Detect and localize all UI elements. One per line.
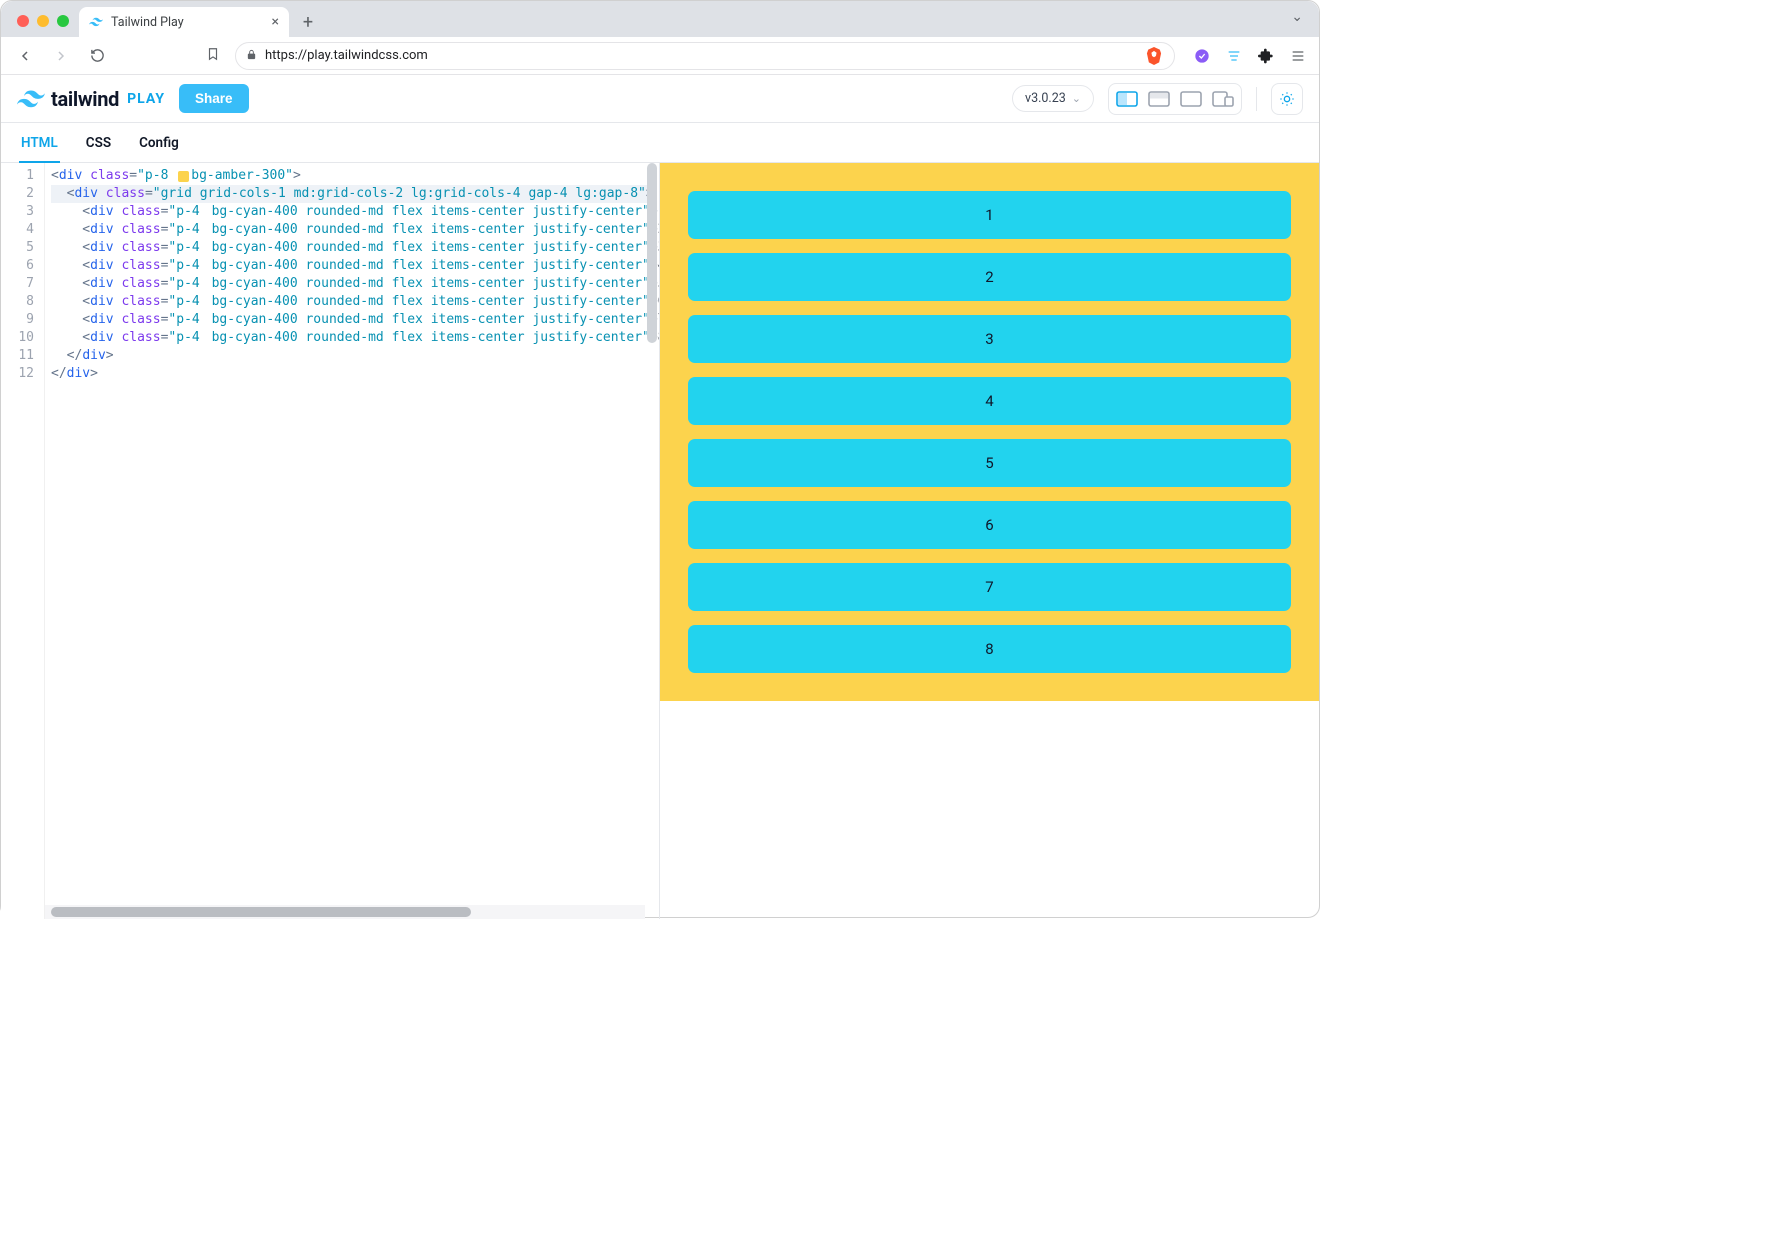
preview-pane: 1 2 3 4 5 6 7 8 <box>660 163 1319 919</box>
back-button[interactable] <box>11 42 39 70</box>
close-window-button[interactable] <box>17 15 29 27</box>
reload-button[interactable] <box>83 42 111 70</box>
chevron-down-icon: ⌄ <box>1072 92 1081 105</box>
tab-html[interactable]: HTML <box>9 123 70 162</box>
preview-item: 4 <box>688 377 1291 425</box>
editor-tabs: HTML CSS Config <box>1 123 1319 163</box>
browser-address-bar: https://play.tailwindcss.com <box>1 37 1319 75</box>
extensions-icon[interactable] <box>1255 45 1277 67</box>
tab-css[interactable]: CSS <box>74 123 123 162</box>
maximize-window-button[interactable] <box>57 15 69 27</box>
horizontal-scrollbar[interactable] <box>45 905 645 919</box>
extension-icon-2[interactable] <box>1223 45 1245 67</box>
browser-tab-bar: Tailwind Play × + ⌄ <box>1 1 1319 37</box>
tabs-dropdown-icon[interactable]: ⌄ <box>1285 5 1309 29</box>
preview-outer: 1 2 3 4 5 6 7 8 <box>660 163 1319 701</box>
preview-item: 1 <box>688 191 1291 239</box>
layout-switcher <box>1108 83 1242 115</box>
preview-item: 3 <box>688 315 1291 363</box>
split-pane: 123456789101112 <div class="p-8 bg-amber… <box>1 163 1319 919</box>
url-bar[interactable]: https://play.tailwindcss.com <box>235 42 1175 70</box>
layout-responsive-button[interactable] <box>1208 87 1238 111</box>
forward-button[interactable] <box>47 42 75 70</box>
tailwind-logo[interactable]: tailwind PLAY <box>17 87 165 111</box>
preview-grid: 1 2 3 4 5 6 7 8 <box>688 191 1291 673</box>
browser-menu-icon[interactable] <box>1287 45 1309 67</box>
share-button[interactable]: Share <box>179 84 249 113</box>
line-number-gutter: 123456789101112 <box>1 163 45 919</box>
app-header: tailwind PLAY Share v3.0.23 ⌄ <box>1 75 1319 123</box>
window-controls <box>17 15 69 27</box>
logo-text: tailwind <box>51 87 119 111</box>
minimize-window-button[interactable] <box>37 15 49 27</box>
version-selector[interactable]: v3.0.23 ⌄ <box>1012 85 1094 112</box>
code-editor[interactable]: <div class="p-8 bg-amber-300"> <div clas… <box>45 163 659 919</box>
layout-preview-button[interactable] <box>1176 87 1206 111</box>
extension-icon-1[interactable] <box>1191 45 1213 67</box>
logo-play-text: PLAY <box>127 91 165 107</box>
preview-item: 5 <box>688 439 1291 487</box>
new-tab-button[interactable]: + <box>295 9 321 35</box>
bookmark-icon[interactable] <box>199 47 227 65</box>
url-text: https://play.tailwindcss.com <box>265 48 428 63</box>
brave-shields-icon[interactable] <box>1144 46 1164 66</box>
tailwind-favicon-icon <box>89 15 103 29</box>
preview-item: 8 <box>688 625 1291 673</box>
tab-config[interactable]: Config <box>127 123 191 162</box>
preview-item: 2 <box>688 253 1291 301</box>
version-label: v3.0.23 <box>1025 91 1066 106</box>
theme-toggle-button[interactable] <box>1271 83 1303 115</box>
divider <box>1256 87 1257 111</box>
layout-horizontal-split-button[interactable] <box>1144 87 1174 111</box>
close-tab-icon[interactable]: × <box>272 14 279 30</box>
layout-vertical-split-button[interactable] <box>1112 87 1142 111</box>
lock-icon <box>246 49 257 63</box>
tab-title: Tailwind Play <box>111 15 184 30</box>
browser-tab[interactable]: Tailwind Play × <box>79 7 289 37</box>
vertical-scrollbar[interactable] <box>645 163 659 919</box>
preview-item: 7 <box>688 563 1291 611</box>
preview-item: 6 <box>688 501 1291 549</box>
editor-pane: 123456789101112 <div class="p-8 bg-amber… <box>1 163 660 919</box>
